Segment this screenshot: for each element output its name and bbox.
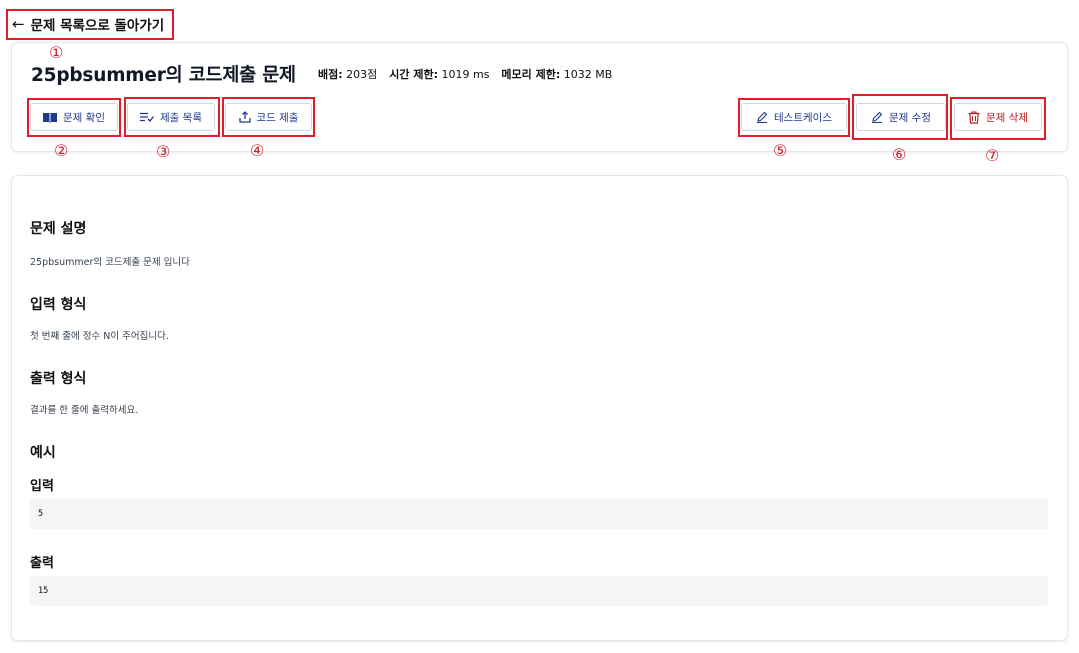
annotation-marker-4: ④ — [250, 141, 265, 160]
description-text: 25pbsummer의 코드제출 문제 입니다 — [30, 257, 190, 268]
annotation-marker-7: ⑦ — [985, 146, 1000, 165]
annotation-box-5 — [738, 98, 850, 137]
annotation-box-6 — [852, 94, 948, 140]
annotation-marker-2: ② — [54, 141, 69, 160]
annotation-box-7 — [950, 97, 1046, 140]
problem-meta: 배점: 203점 시간 제한: 1019 ms 메모리 제한: 1032 MB — [318, 66, 612, 82]
example-output-box: 15 — [30, 576, 1048, 606]
annotation-box-4 — [222, 97, 315, 137]
input-format-text: 첫 번째 줄에 정수 N이 주어집니다. — [30, 331, 169, 342]
annotation-marker-6: ⑥ — [892, 145, 907, 164]
annotation-marker-1: ① — [49, 43, 64, 62]
annotation-marker-5: ⑤ — [773, 141, 788, 160]
annotation-marker-3: ③ — [156, 142, 171, 161]
output-format-title: 출력 형식 — [30, 371, 87, 387]
example-input-box: 5 — [30, 499, 1048, 529]
input-format-title: 입력 형식 — [30, 297, 87, 313]
memory-limit-info: 메모리 제한: 1032 MB — [501, 68, 613, 81]
example-input-label: 입력 — [30, 479, 54, 494]
annotation-box-2 — [27, 98, 121, 137]
problem-title: 25pbsummer의 코드제출 문제 — [31, 65, 296, 86]
score-info: 배점: 203점 — [318, 68, 378, 81]
annotation-box-1 — [6, 9, 174, 40]
example-title: 예시 — [30, 445, 56, 461]
annotation-box-3 — [124, 97, 220, 137]
description-title: 문제 설명 — [30, 221, 87, 237]
example-output-label: 출력 — [30, 556, 54, 571]
output-format-text: 결과를 한 줄에 출력하세요. — [30, 405, 139, 416]
time-limit-info: 시간 제한: 1019 ms — [389, 68, 490, 81]
problem-content-card — [11, 175, 1068, 641]
